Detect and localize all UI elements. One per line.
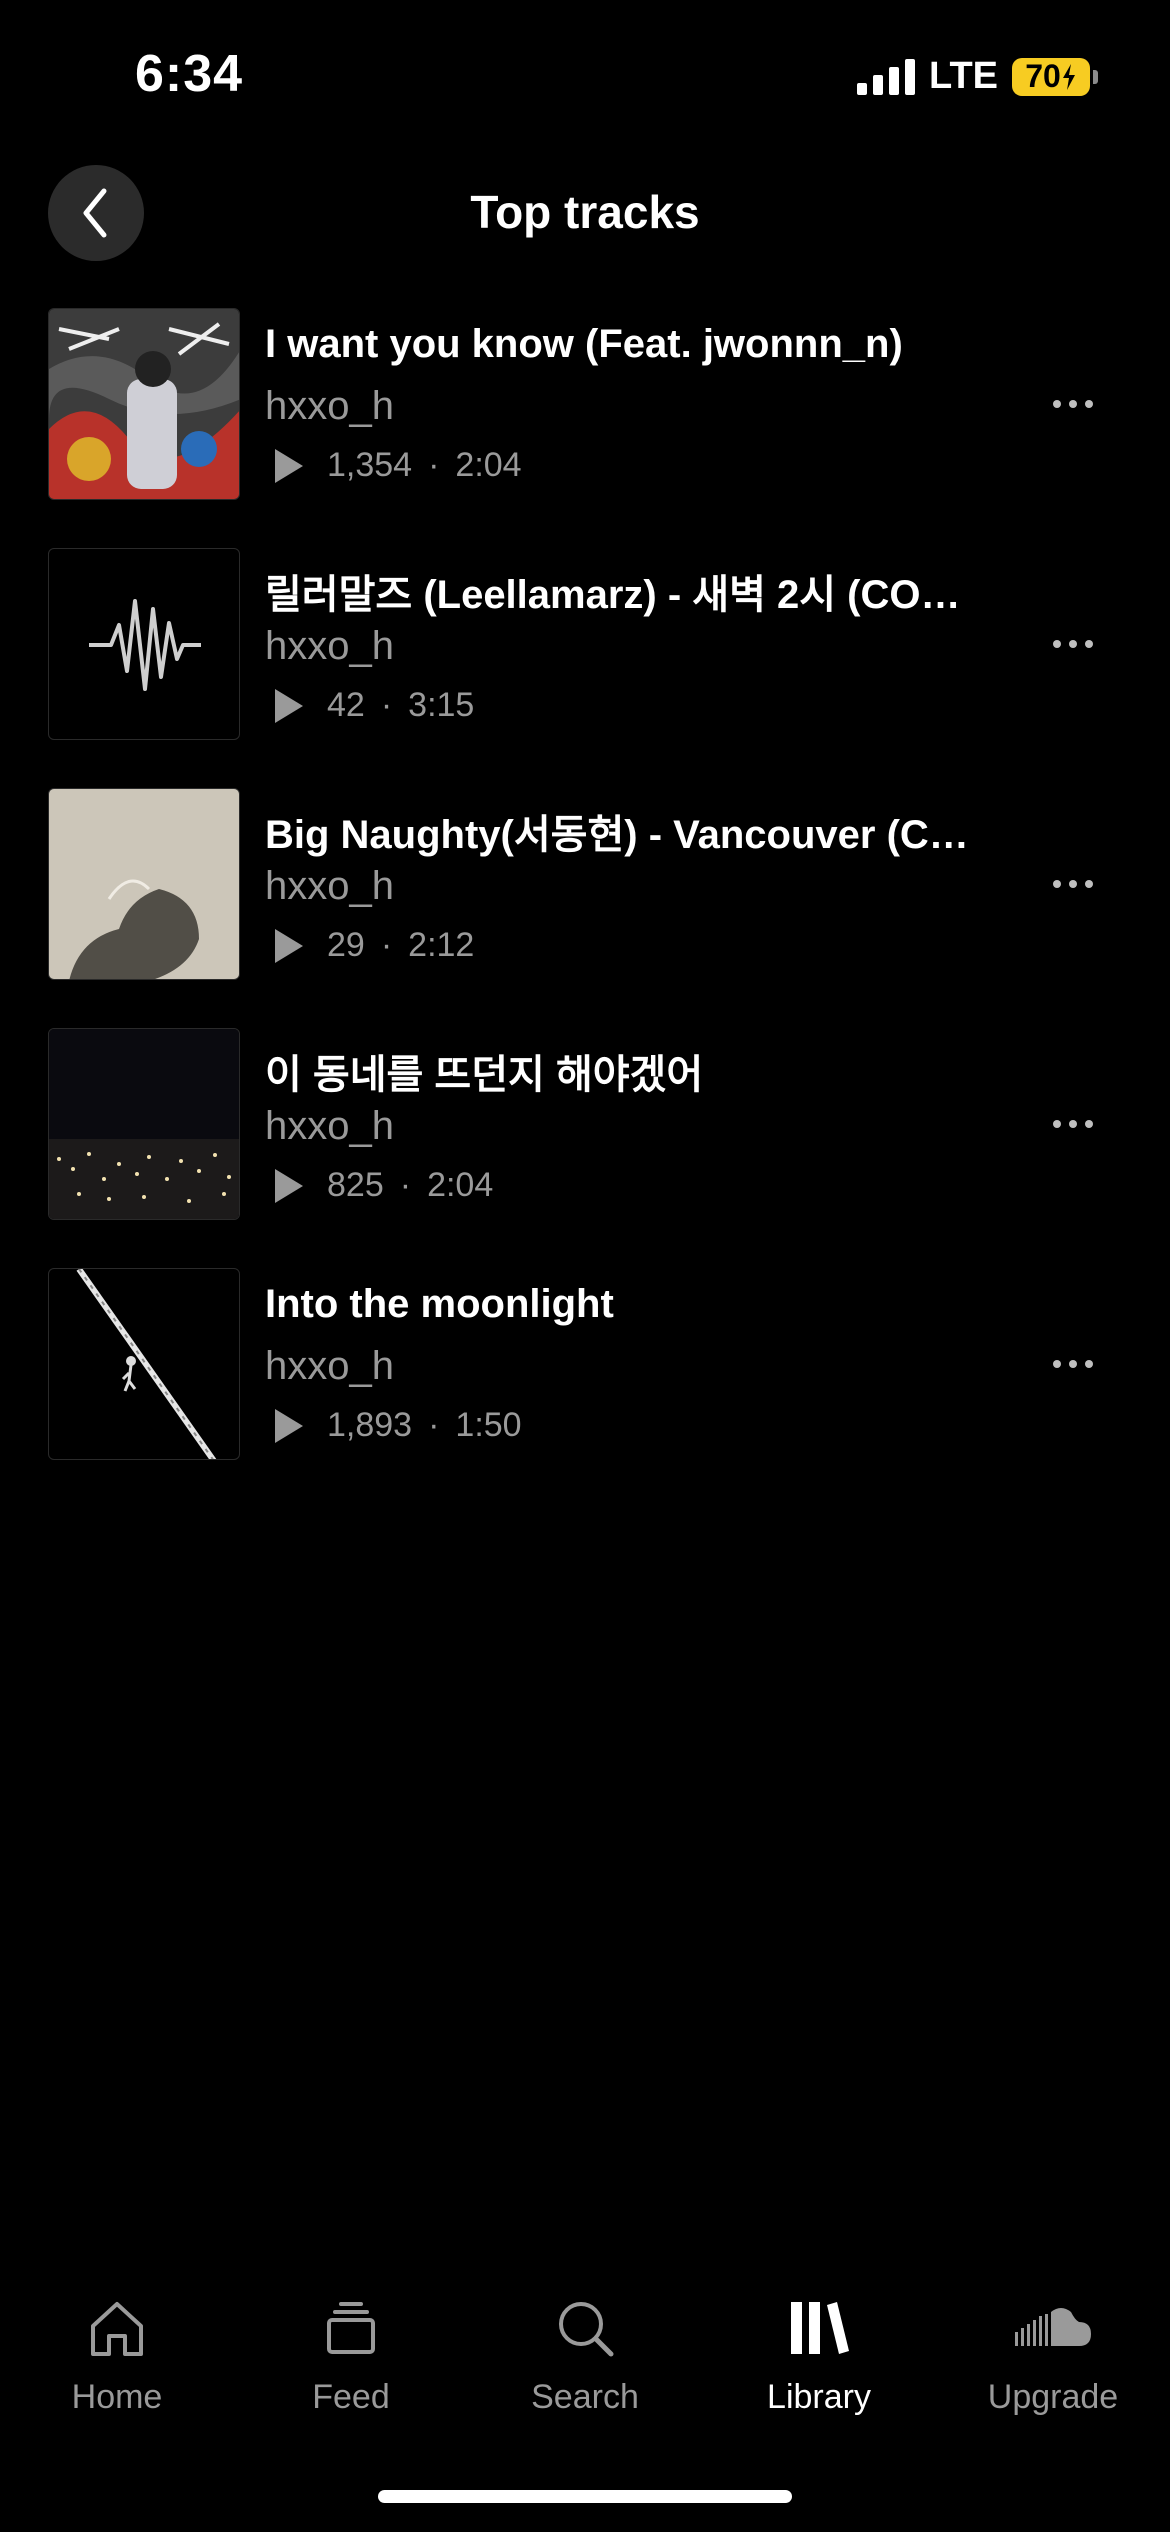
tab-search[interactable]: Search xyxy=(468,2290,702,2440)
page-title: Top tracks xyxy=(470,186,700,238)
track-row[interactable]: I want you know (Feat. jwonnn_n) hxxo_h … xyxy=(0,308,1170,548)
tab-label: Upgrade xyxy=(987,2378,1119,2416)
more-options-button[interactable] xyxy=(1038,374,1108,434)
meta-separator: · xyxy=(380,926,393,964)
tab-upgrade[interactable]: Upgrade xyxy=(936,2290,1170,2440)
track-duration: 3:15 xyxy=(408,686,475,724)
track-title: I want you know (Feat. jwonnn_n) xyxy=(265,322,903,366)
tab-label: Search xyxy=(531,2378,639,2416)
play-count: 1,354 xyxy=(327,446,413,484)
track-title: Big Naughty(서동현) - Vancouver (C… xyxy=(265,813,969,857)
charging-bolt-icon xyxy=(1062,63,1075,90)
more-options-button[interactable] xyxy=(1038,854,1108,914)
track-row[interactable]: 릴러말즈 (Leellamarz) - 새벽 2시 (COV… hxxo_h 4… xyxy=(0,548,1170,788)
play-count-icon xyxy=(275,928,303,963)
play-count: 29 xyxy=(327,926,365,964)
network-type: LTE xyxy=(929,55,998,97)
play-count: 1,893 xyxy=(327,1406,413,1444)
track-duration: 2:04 xyxy=(455,446,522,484)
track-artist: hxxo_h xyxy=(265,1104,394,1148)
play-count-icon xyxy=(275,1168,303,1203)
more-options-button[interactable] xyxy=(1038,1334,1108,1394)
more-options-button[interactable] xyxy=(1038,614,1108,674)
track-title: 릴러말즈 (Leellamarz) - 새벽 2시 (COV… xyxy=(265,573,985,617)
track-row[interactable]: 이 동네를 뜨던지 해야겠어 hxxo_h 825 · 2:04 xyxy=(0,1028,1170,1268)
track-title: 이 동네를 뜨던지 해야겠어 xyxy=(265,1053,704,1097)
play-count-icon xyxy=(275,448,303,483)
track-row[interactable]: Big Naughty(서동현) - Vancouver (C… hxxo_h … xyxy=(0,788,1170,1028)
feed-icon xyxy=(319,2290,383,2366)
track-row[interactable]: Into the moonlight hxxo_h 1,893 · 1:50 xyxy=(0,1268,1170,1508)
track-meta: 825 · 2:04 xyxy=(275,1166,493,1205)
track-artwork xyxy=(48,1268,240,1460)
search-icon xyxy=(553,2290,617,2366)
track-duration: 1:50 xyxy=(455,1406,522,1444)
track-meta: 1,354 · 2:04 xyxy=(275,446,522,485)
status-time: 6:34 xyxy=(135,45,244,103)
home-indicator[interactable] xyxy=(378,2490,792,2503)
play-count: 825 xyxy=(327,1166,384,1204)
track-duration: 2:04 xyxy=(427,1166,494,1204)
meta-separator: · xyxy=(399,1166,412,1204)
tab-library[interactable]: Library xyxy=(702,2290,936,2440)
meta-separator: · xyxy=(380,686,393,724)
track-meta: 42 · 3:15 xyxy=(275,686,474,725)
meta-separator: · xyxy=(428,1406,440,1444)
home-icon xyxy=(85,2290,149,2366)
track-meta: 29 · 2:12 xyxy=(275,926,474,965)
track-artwork xyxy=(48,308,240,500)
battery-icon: 70 xyxy=(1012,57,1098,96)
play-count-icon xyxy=(275,688,303,723)
track-artist: hxxo_h xyxy=(265,384,394,428)
track-artist: hxxo_h xyxy=(265,624,394,668)
track-artist: hxxo_h xyxy=(265,864,394,908)
tab-label: Library xyxy=(767,2378,871,2416)
track-title: Into the moonlight xyxy=(265,1282,614,1326)
tab-label: Home xyxy=(71,2378,163,2416)
track-artist: hxxo_h xyxy=(265,1344,394,1388)
track-list: I want you know (Feat. jwonnn_n) hxxo_h … xyxy=(0,308,1170,1508)
meta-separator: · xyxy=(428,446,440,484)
top-tracks-screen: 6:34 LTE 70 Top tracks I want you know (… xyxy=(0,0,1170,2532)
play-count: 42 xyxy=(327,686,365,724)
tab-label: Feed xyxy=(312,2378,390,2416)
more-options-button[interactable] xyxy=(1038,1094,1108,1154)
status-bar: 6:34 LTE 70 xyxy=(0,0,1170,150)
track-duration: 2:12 xyxy=(408,926,475,964)
track-meta: 1,893 · 1:50 xyxy=(275,1406,522,1445)
battery-level: 70 xyxy=(1025,58,1061,94)
signal-icon xyxy=(857,58,916,95)
tab-home[interactable]: Home xyxy=(0,2290,234,2440)
tab-bar: Home Feed Search Library Upgrade xyxy=(0,2290,1170,2440)
status-indicators: LTE 70 xyxy=(857,55,1098,98)
cloud-icon xyxy=(1013,2290,1093,2366)
track-artwork xyxy=(48,788,240,980)
track-artwork xyxy=(48,548,240,740)
library-icon xyxy=(787,2290,851,2366)
track-artwork xyxy=(48,1028,240,1220)
waveform-icon xyxy=(89,599,201,691)
tab-feed[interactable]: Feed xyxy=(234,2290,468,2440)
play-count-icon xyxy=(275,1408,303,1443)
